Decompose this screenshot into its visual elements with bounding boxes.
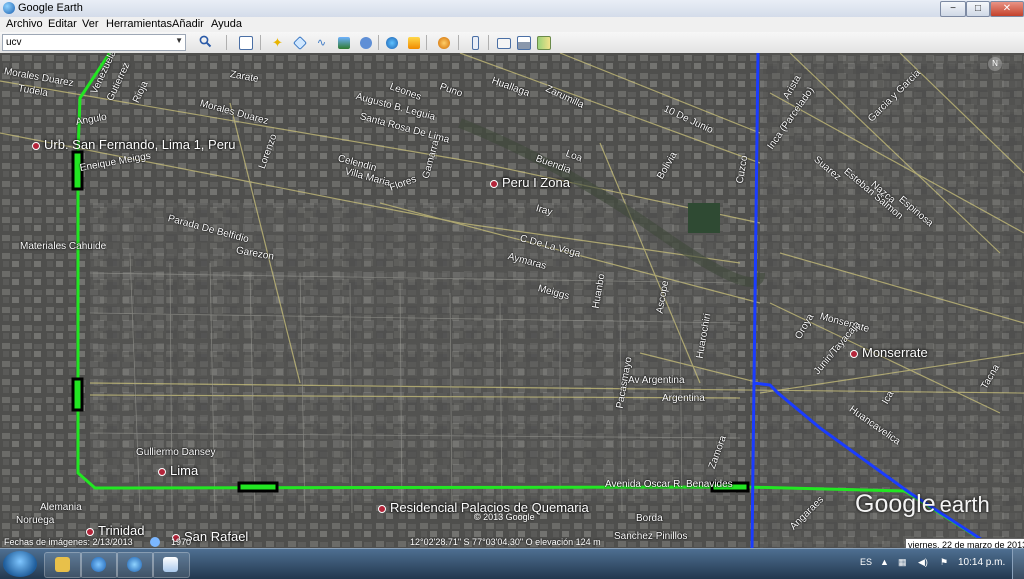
network-icon[interactable]: ▦ [898, 557, 907, 568]
google-earth-icon [127, 557, 142, 572]
add-image-overlay-button[interactable] [334, 34, 353, 52]
email-icon [496, 37, 511, 49]
path-icon: ∿ [316, 37, 327, 49]
google-earth-logo: Google earth [855, 490, 990, 518]
menu-bar: Archivo Editar Ver Herramientas Añadir A… [0, 17, 1024, 33]
search-box: ▼ [2, 34, 186, 51]
place-label[interactable]: Trinidad [86, 523, 144, 538]
view-in-maps-button[interactable] [534, 34, 553, 52]
ruler-button[interactable] [466, 34, 485, 52]
title-bar: Google Earth − □ ✕ [0, 0, 1024, 18]
print-button[interactable] [514, 34, 533, 52]
map-viewport[interactable]: Morales Duarez Tudela Venezuela Gutierre… [0, 53, 1024, 548]
show-desktop-button[interactable] [1012, 549, 1024, 579]
switch-to-sky-button[interactable] [434, 34, 453, 52]
place-label[interactable]: Peru I Zona [490, 175, 570, 190]
maximize-button[interactable]: □ [966, 1, 990, 17]
marker-2 [71, 377, 84, 412]
taskbar: ES ▲ ▦ ◀) ⚑ 10:14 p.m. [0, 548, 1024, 579]
polygon-icon [292, 36, 307, 51]
email-button[interactable] [494, 34, 513, 52]
taskbar-google-earth[interactable] [116, 552, 154, 578]
folder-icon [55, 557, 70, 572]
sunlight-icon [407, 37, 420, 50]
street-label: Materiales Cahuide [20, 241, 107, 252]
internet-explorer-icon [91, 557, 106, 572]
coordinates-readout: 12°02'28.71" S 77°03'04.30" O elevación … [410, 537, 601, 547]
search-icon [199, 35, 212, 48]
street-label: Avenida Oscar R. Benavides [605, 479, 733, 490]
street-label: Borda [636, 513, 663, 524]
volume-icon[interactable]: ◀) [918, 557, 928, 568]
menu-archivo[interactable]: Archivo [6, 18, 43, 30]
taskbar-ie[interactable] [80, 552, 118, 578]
imagery-date: Fechas de imágenes: 2/13/2013 [4, 537, 133, 547]
search-button[interactable] [196, 34, 215, 52]
search-input[interactable] [3, 35, 169, 50]
switch-to-sky-icon [437, 37, 450, 50]
menu-editar[interactable]: Editar [48, 18, 77, 30]
place-label[interactable]: Lima [158, 463, 198, 478]
historical-imagery-icon[interactable] [150, 537, 160, 547]
compass-icon[interactable]: N [988, 57, 1002, 71]
google-earth-icon [3, 2, 15, 14]
map-canvas[interactable] [0, 53, 1024, 548]
street-label: Av Argentina [628, 375, 685, 386]
status-bar: Fechas de imágenes: 2/13/2013 1970 12°02… [0, 512, 905, 548]
close-button[interactable]: ✕ [990, 1, 1024, 17]
start-button[interactable] [3, 551, 37, 577]
minimize-button[interactable]: − [940, 1, 966, 17]
street-label: Alemania [40, 502, 82, 513]
place-label[interactable]: Urb. San Fernando, Lima 1, Peru [32, 137, 236, 152]
flag-icon[interactable]: ⚑ [940, 557, 948, 568]
marker-3 [237, 481, 279, 493]
add-polygon-button[interactable] [290, 34, 309, 52]
sidebar-toggle-icon [238, 36, 253, 51]
taskbar-explorer[interactable] [44, 552, 82, 578]
add-path-button[interactable]: ∿ [312, 34, 331, 52]
record-tour-button[interactable] [356, 34, 375, 52]
view-in-maps-icon [536, 36, 551, 51]
clock[interactable]: 10:14 p.m. [958, 557, 1005, 568]
copyright-label: © 2013 Google [474, 512, 535, 522]
toolbar: ▼ ✦ ∿ [0, 32, 1024, 54]
paint-icon [163, 557, 178, 572]
taskbar-paint[interactable] [152, 552, 190, 578]
menu-ver[interactable]: Ver [82, 18, 99, 30]
tray-arrow-icon[interactable]: ▲ [880, 557, 889, 567]
street-label: Argentina [662, 393, 705, 404]
street-label: Noruega [16, 515, 55, 526]
window-title: Google Earth [18, 2, 83, 14]
search-dropdown-icon[interactable]: ▼ [175, 36, 183, 45]
language-indicator[interactable]: ES [860, 557, 872, 567]
historical-year: 1970 [171, 537, 192, 547]
menu-herramientas[interactable]: Herramientas [106, 18, 172, 30]
street-label: Gulliermo Dansey [136, 447, 216, 458]
ruler-icon [472, 36, 479, 51]
add-placemark-button[interactable]: ✦ [268, 34, 287, 52]
print-icon [516, 36, 531, 51]
placemark-icon: ✦ [272, 35, 283, 50]
historical-imagery-icon [385, 37, 398, 50]
record-tour-icon [359, 37, 372, 50]
sidebar-toggle-button[interactable] [236, 34, 255, 52]
image-overlay-icon [337, 37, 350, 50]
menu-anadir[interactable]: Añadir [172, 18, 204, 30]
sunlight-button[interactable] [404, 34, 423, 52]
menu-ayuda[interactable]: Ayuda [211, 18, 242, 30]
place-label[interactable]: Monserrate [850, 345, 928, 360]
historical-imagery-button[interactable] [382, 34, 401, 52]
